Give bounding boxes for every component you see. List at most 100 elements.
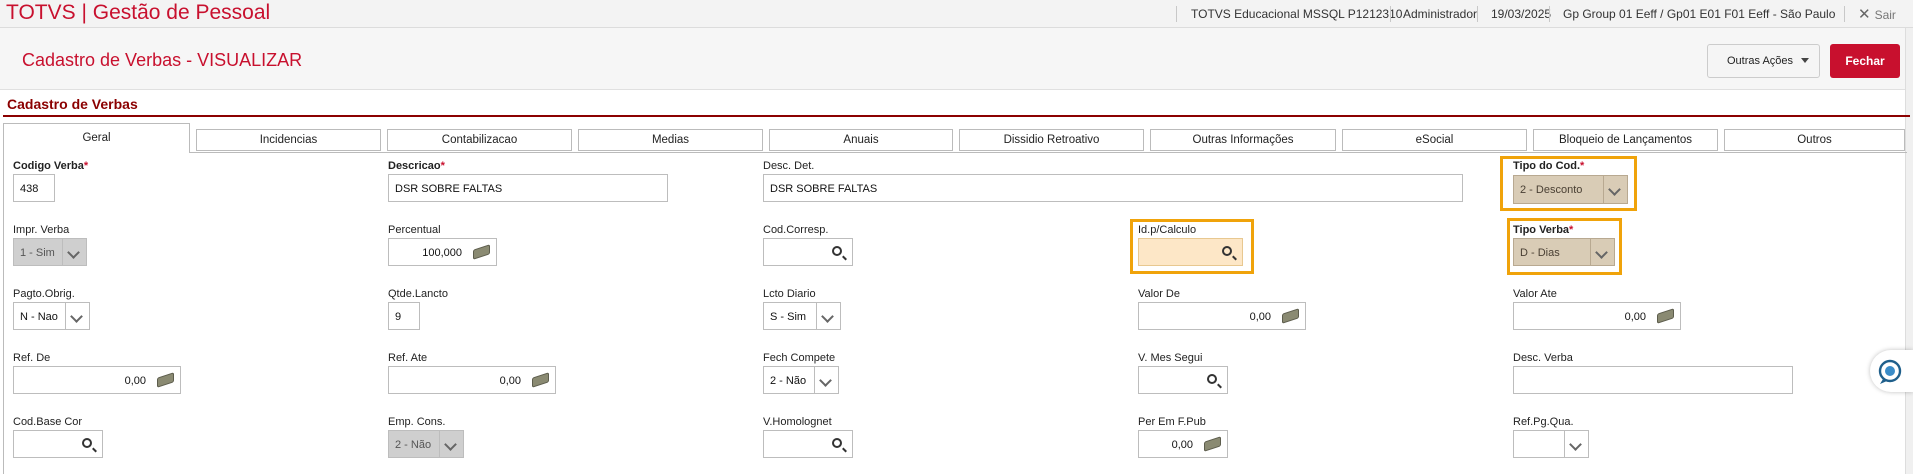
- calculator-icon[interactable]: [1204, 436, 1221, 452]
- ref-de-label: Ref. De: [13, 352, 51, 364]
- section-title: Cadastro de Verbas: [7, 96, 138, 112]
- calculator-icon[interactable]: [473, 244, 490, 260]
- v-homolognet-field[interactable]: [763, 430, 853, 458]
- pagto-obrig-select[interactable]: N - Nao: [13, 302, 90, 330]
- pagto-obrig-label: Pagto.Obrig.: [13, 288, 75, 300]
- percentual-field[interactable]: 100,000: [388, 238, 497, 266]
- help-chat-button[interactable]: [1870, 350, 1913, 392]
- tab-outros[interactable]: Outros: [1724, 129, 1905, 151]
- divider: [1844, 6, 1845, 22]
- lcto-diario-select[interactable]: S - Sim: [763, 302, 841, 330]
- scrollbar[interactable]: [1905, 28, 1913, 474]
- content-border: [3, 152, 4, 474]
- ref-de-field[interactable]: 0,00: [13, 366, 181, 394]
- fech-compete-select[interactable]: 2 - Não: [763, 366, 839, 394]
- v-mes-segui-field[interactable]: [1138, 366, 1228, 394]
- ref-pg-qua-select[interactable]: [1513, 430, 1589, 458]
- calculator-icon[interactable]: [532, 372, 549, 388]
- id-calculo-field[interactable]: [1138, 238, 1243, 266]
- per-em-f-pub-field[interactable]: 0,00: [1138, 430, 1228, 458]
- close-icon: ✕: [1858, 6, 1871, 23]
- search-icon[interactable]: [832, 246, 842, 256]
- tab-incidencias[interactable]: Incidencias: [196, 129, 381, 151]
- tab-outras-informacoes[interactable]: Outras Informações: [1150, 129, 1336, 151]
- chevron-down-icon: [1564, 431, 1588, 457]
- divider: [1549, 6, 1550, 22]
- qtde-lancto-label: Qtde.Lancto: [388, 288, 448, 300]
- qtde-lancto-field[interactable]: 9: [388, 302, 420, 330]
- valor-ate-label: Valor Ate: [1513, 288, 1557, 300]
- other-actions-button[interactable]: Outras Ações: [1707, 44, 1820, 78]
- valor-de-label: Valor De: [1138, 288, 1180, 300]
- emp-cons-label: Emp. Cons.: [388, 416, 446, 428]
- chevron-down-icon: [814, 367, 838, 393]
- v-homolognet-label: V.Homolognet: [763, 416, 832, 428]
- codigo-verba-field[interactable]: 438: [13, 174, 55, 202]
- desc-det-field[interactable]: DSR SOBRE FALTAS: [763, 174, 1463, 202]
- chevron-down-icon: [65, 303, 89, 329]
- chevron-down-icon: [1603, 176, 1627, 203]
- divider: [1390, 6, 1391, 22]
- divider: [1477, 6, 1478, 22]
- cod-corresp-field[interactable]: [763, 238, 853, 266]
- other-actions-label: Outras Ações: [1727, 55, 1794, 67]
- tab-esocial[interactable]: eSocial: [1342, 129, 1527, 151]
- tab-bloqueio-lancamentos[interactable]: Bloqueio de Lançamentos: [1533, 129, 1718, 151]
- branch-label: Gp Group 01 Eeff / Gp01 E01 F01 Eeff - S…: [1563, 7, 1836, 21]
- descricao-label: Descricao*: [388, 160, 445, 172]
- chevron-down-icon: [439, 431, 463, 457]
- cod-base-cor-field[interactable]: [13, 430, 103, 458]
- exit-label: Sair: [1874, 8, 1896, 22]
- calculator-icon[interactable]: [157, 372, 174, 388]
- desc-verba-label: Desc. Verba: [1513, 352, 1573, 364]
- cod-base-cor-label: Cod.Base Cor: [13, 416, 83, 428]
- desc-verba-field[interactable]: [1513, 366, 1793, 394]
- ref-pg-qua-label: Ref.Pg.Qua.: [1513, 416, 1574, 428]
- search-icon[interactable]: [1222, 246, 1232, 256]
- tabs-divider: [3, 152, 1907, 153]
- chevron-down-icon: [1590, 239, 1614, 265]
- lcto-diario-label: Lcto Diario: [763, 288, 816, 300]
- close-button[interactable]: Fechar: [1830, 44, 1900, 78]
- tab-geral[interactable]: Geral: [3, 123, 190, 153]
- tipo-verba-select[interactable]: D - Dias: [1513, 238, 1615, 266]
- impr-verba-select: 1 - Sim: [13, 238, 87, 266]
- page-header: Cadastro de Verbas - VISUALIZAR Outras A…: [0, 28, 1913, 90]
- divider: [1176, 6, 1177, 22]
- chevron-down-icon: [816, 303, 840, 329]
- calculator-icon[interactable]: [1282, 308, 1299, 324]
- id-calculo-label: Id.p/Calculo: [1138, 224, 1197, 236]
- tab-dissidio-retroativo[interactable]: Dissidio Retroativo: [959, 129, 1144, 151]
- tab-contabilizacao[interactable]: Contabilizacao: [387, 129, 572, 151]
- chat-icon: [1878, 359, 1902, 384]
- valor-de-field[interactable]: 0,00: [1138, 302, 1306, 330]
- tipo-verba-label: Tipo Verba*: [1513, 224, 1574, 236]
- emp-cons-select: 2 - Não: [388, 430, 464, 458]
- per-em-f-pub-label: Per Em F.Pub: [1138, 416, 1206, 428]
- environment-label: TOTVS Educacional MSSQL P1212310: [1191, 7, 1403, 21]
- calculator-icon[interactable]: [1657, 308, 1674, 324]
- page-title: Cadastro de Verbas - VISUALIZAR: [22, 50, 303, 70]
- exit-button[interactable]: ✕ Sair: [1858, 5, 1896, 23]
- chevron-down-icon: [62, 239, 86, 265]
- impr-verba-label: Impr. Verba: [13, 224, 70, 236]
- codigo-verba-label: Codigo Verba*: [13, 160, 89, 172]
- tipo-cod-select[interactable]: 2 - Desconto: [1513, 175, 1628, 204]
- tab-anuais[interactable]: Anuais: [769, 129, 953, 151]
- valor-ate-field[interactable]: 0,00: [1513, 302, 1681, 330]
- descricao-field[interactable]: DSR SOBRE FALTAS: [388, 174, 668, 202]
- date-label: 19/03/2025: [1491, 7, 1552, 21]
- user-label: Administrador: [1403, 7, 1478, 21]
- ref-ate-field[interactable]: 0,00: [388, 366, 556, 394]
- section-divider: [3, 115, 1910, 117]
- v-mes-segui-label: V. Mes Segui: [1138, 352, 1203, 364]
- search-icon[interactable]: [832, 438, 842, 448]
- search-icon[interactable]: [1207, 374, 1217, 384]
- caret-down-icon: [1801, 58, 1809, 63]
- tab-medias[interactable]: Medias: [578, 129, 763, 151]
- search-icon[interactable]: [82, 438, 92, 448]
- tipo-cod-label: Tipo do Cod.*: [1513, 160, 1585, 172]
- cod-corresp-label: Cod.Corresp.: [763, 224, 829, 236]
- desc-det-label: Desc. Det.: [763, 160, 815, 172]
- fech-compete-label: Fech Compete: [763, 352, 836, 364]
